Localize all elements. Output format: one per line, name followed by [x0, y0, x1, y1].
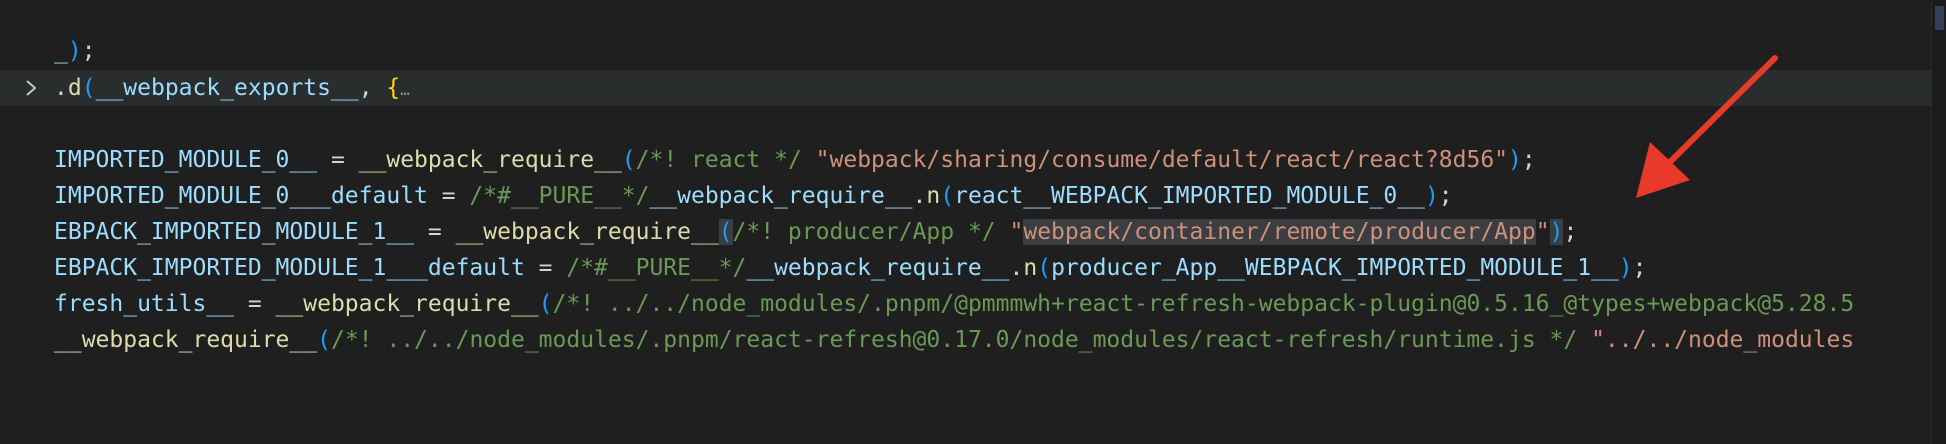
code-token: __webpack_require__: [746, 255, 1010, 281]
code-token: ;: [1632, 255, 1647, 281]
code-token: ): [1549, 219, 1564, 245]
code-token: (: [940, 183, 955, 209]
chevron-right-icon[interactable]: [22, 78, 40, 98]
code-token: =: [524, 255, 567, 281]
code-line[interactable]: _);: [0, 33, 1932, 69]
code-token: /*! react */: [635, 147, 802, 173]
code-token: fresh_utils__: [54, 291, 235, 317]
code-token: =: [427, 183, 470, 209]
code-token: (: [1037, 255, 1052, 281]
code-token: (: [621, 147, 636, 173]
code-token: d: [67, 75, 82, 101]
code-token: ;: [1438, 183, 1453, 209]
code-token: __webpack_require__: [455, 219, 719, 245]
code-token: /*! ../../node_modules/.pnpm/react-refre…: [330, 327, 1578, 353]
line-code: EBPACK_IMPORTED_MODULE_1__ = __webpack_r…: [54, 214, 1577, 250]
code-token: ": [1535, 219, 1550, 245]
code-line[interactable]: EBPACK_IMPORTED_MODULE_1___default = /*#…: [0, 250, 1932, 286]
code-token: …: [400, 80, 410, 99]
code-token: ,: [358, 75, 387, 101]
line-code: _);: [54, 33, 96, 69]
code-token: react__WEBPACK_IMPORTED_MODULE_0__: [954, 183, 1425, 209]
code-token: /*#__PURE__*/: [469, 183, 650, 209]
code-token: ): [1508, 147, 1522, 173]
code-token: /*#__PURE__*/: [566, 255, 747, 281]
line-code: EBPACK_IMPORTED_MODULE_1___default = /*#…: [54, 250, 1647, 286]
code-token: "../../node_modules: [1591, 327, 1855, 353]
code-token: IMPORTED_MODULE_0__: [54, 147, 318, 173]
line-code: .d(__webpack_exports__, {…: [54, 70, 410, 106]
code-token: __webpack_require__: [54, 327, 318, 353]
code-token: producer_App__WEBPACK_IMPORTED_MODULE_1_…: [1051, 255, 1619, 281]
code-line[interactable]: IMPORTED_MODULE_0__ = __webpack_require_…: [0, 142, 1932, 178]
line-code: fresh_utils__ = __webpack_require__(/*! …: [54, 286, 1854, 322]
code-token: =: [234, 291, 276, 317]
code-token: EBPACK_IMPORTED_MODULE_1___default: [54, 255, 525, 281]
code-token: n: [926, 183, 941, 209]
code-token: =: [317, 147, 359, 173]
code-token: IMPORTED_MODULE_0___default: [54, 183, 428, 209]
vertical-scrollbar[interactable]: [1931, 0, 1946, 444]
code-line[interactable]: IMPORTED_MODULE_0___default = /*#__PURE_…: [0, 178, 1932, 214]
code-token: "webpack/sharing/consume/default/react/r…: [815, 147, 1509, 173]
code-token: __webpack_require__: [649, 183, 913, 209]
scrollbar-marker: [1935, 6, 1944, 30]
code-line[interactable]: [0, 106, 1932, 142]
code-token: EBPACK_IMPORTED_MODULE_1__: [54, 219, 415, 245]
code-token: webpack/container/remote/producer/App: [1023, 219, 1536, 245]
code-token: (: [317, 327, 331, 353]
code-line-folded[interactable]: .d(__webpack_exports__, {…: [0, 70, 1932, 106]
code-token: __webpack_require__: [275, 291, 539, 317]
code-line[interactable]: fresh_utils__ = __webpack_require__(/*! …: [0, 286, 1932, 322]
code-token: (: [538, 291, 553, 317]
code-token: __webpack_require__: [358, 147, 622, 173]
code-token: ): [1424, 183, 1439, 209]
code-line-current[interactable]: EBPACK_IMPORTED_MODULE_1__ = __webpack_r…: [0, 214, 1932, 250]
code-token: ): [1618, 255, 1633, 281]
code-token: (: [718, 219, 733, 245]
code-token: =: [414, 219, 456, 245]
line-code: IMPORTED_MODULE_0___default = /*#__PURE_…: [54, 178, 1453, 214]
code-line[interactable]: __webpack_require__(/*! ../../node_modul…: [0, 322, 1932, 358]
code-token: ;: [81, 38, 96, 64]
code-token: {: [386, 75, 401, 101]
line-code: IMPORTED_MODULE_0__ = __webpack_require_…: [54, 142, 1536, 178]
code-token: _: [54, 38, 68, 64]
code-token: n: [1023, 255, 1038, 281]
code-token: /*! ../../node_modules/.pnpm/@pmmmwh+rea…: [552, 291, 1855, 317]
code-token: ": [995, 219, 1024, 245]
code-token: ;: [1521, 147, 1536, 173]
code-token: __webpack_exports__: [95, 75, 359, 101]
code-token: /*! producer/App */: [732, 219, 996, 245]
code-token: ;: [1563, 219, 1578, 245]
code-token: .: [912, 183, 927, 209]
code-token: .: [1009, 255, 1024, 281]
line-code: __webpack_require__(/*! ../../node_modul…: [54, 322, 1854, 358]
code-editor[interactable]: _); .d(__webpack_exports__, {… IMPORTED_…: [0, 0, 1946, 444]
code-token: ): [67, 38, 82, 64]
code-token: (: [81, 75, 96, 101]
code-token: .: [54, 75, 68, 101]
